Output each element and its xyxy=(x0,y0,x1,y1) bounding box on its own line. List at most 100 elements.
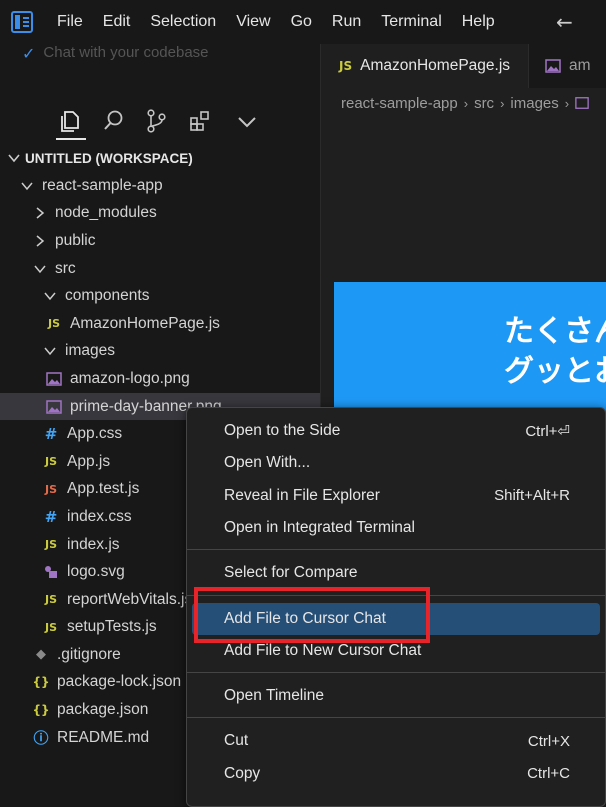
js-file-icon: JS xyxy=(44,620,57,634)
menu-item-label: Copy xyxy=(224,764,261,782)
context-menu-item[interactable]: Cut Ctrl+X xyxy=(192,725,600,757)
tab-image-file[interactable]: am xyxy=(529,44,606,88)
check-icon: ✓ xyxy=(22,44,36,63)
chevron-right-icon: › xyxy=(463,95,469,111)
chevron-down-icon[interactable] xyxy=(234,108,260,134)
title-bar: File Edit Selection View Go Run Terminal… xyxy=(0,0,606,44)
tree-item-label: node_modules xyxy=(55,204,157,222)
json-file-icon: {} xyxy=(32,703,50,718)
context-menu-item[interactable]: Select for Compare xyxy=(192,557,600,589)
extensions-icon[interactable] xyxy=(187,108,213,134)
menu-file[interactable]: File xyxy=(47,0,93,44)
breadcrumb-item[interactable]: react-sample-app xyxy=(341,95,458,112)
menu-separator xyxy=(187,672,605,674)
context-menu-item[interactable]: Open With... xyxy=(192,447,600,479)
menu-item-label: Open to the Side xyxy=(224,422,341,439)
tree-item-label: index.css xyxy=(67,507,132,525)
menu-separator xyxy=(187,549,605,551)
search-icon[interactable] xyxy=(101,108,127,134)
tree-item-label: reportWebVitals.js xyxy=(67,590,193,608)
tree-item-label: index.js xyxy=(67,535,120,553)
tree-item-label: logo.svg xyxy=(67,563,125,581)
tree-item-label: react-sample-app xyxy=(42,176,163,194)
tree-folder[interactable]: src xyxy=(0,255,320,283)
menu-separator xyxy=(187,717,605,719)
image-file-icon xyxy=(46,371,62,387)
chevron-right-icon xyxy=(33,206,47,220)
menu-help[interactable]: Help xyxy=(452,0,505,44)
context-menu-item[interactable]: Copy Ctrl+C xyxy=(192,758,600,790)
menu-go[interactable]: Go xyxy=(281,0,322,44)
chevron-down-icon xyxy=(33,262,47,276)
breadcrumb-item[interactable]: src xyxy=(474,95,494,112)
chevron-down-icon xyxy=(43,289,57,303)
explorer-files-icon[interactable] xyxy=(57,108,83,134)
image-file-icon xyxy=(575,96,589,110)
test-js-file-icon: JS xyxy=(44,482,57,496)
menu-item-label: Add File to New Cursor Chat xyxy=(224,641,422,659)
tab-label: AmazonHomePage.js xyxy=(360,57,511,74)
menu-terminal[interactable]: Terminal xyxy=(371,0,451,44)
activity-bar xyxy=(0,96,320,140)
chevron-right-icon: › xyxy=(500,95,505,111)
workspace-title: UNTITLED (WORKSPACE) xyxy=(25,150,193,166)
tree-item-label: components xyxy=(65,287,150,305)
menu-view[interactable]: View xyxy=(226,0,280,44)
tree-file[interactable]: amazon-logo.png xyxy=(0,365,320,393)
context-menu-item[interactable]: Open in Integrated Terminal xyxy=(192,512,600,544)
tree-item-label: App.js xyxy=(67,452,111,470)
chevron-right-icon xyxy=(33,234,47,248)
tree-folder[interactable]: public xyxy=(0,227,320,255)
annotation-highlight-box xyxy=(194,587,430,643)
tree-item-label: AmazonHomePage.js xyxy=(70,314,220,332)
tree-item-label: package-lock.json xyxy=(57,673,182,691)
menu-item-label: Open With... xyxy=(224,454,311,472)
tree-item-label: amazon-logo.png xyxy=(70,369,190,387)
menu-item-label: Cut xyxy=(224,732,249,750)
context-menu-item[interactable]: Open Timeline xyxy=(192,680,600,712)
tab-amazon-home-page[interactable]: JS AmazonHomePage.js xyxy=(321,44,530,88)
tree-folder[interactable]: node_modules xyxy=(0,200,320,228)
menu-item-shortcut: Shift+Alt+R xyxy=(494,487,570,505)
menu-selection[interactable]: Selection xyxy=(140,0,226,44)
menu-run[interactable]: Run xyxy=(322,0,371,44)
tree-item-label: .gitignore xyxy=(57,645,121,663)
tree-item-label: images xyxy=(65,342,115,360)
tree-item-label: README.md xyxy=(57,728,150,746)
menu-edit[interactable]: Edit xyxy=(93,0,141,44)
json-file-icon: {} xyxy=(32,675,50,690)
tree-folder[interactable]: react-sample-app xyxy=(0,172,320,200)
tree-item-label: App.test.js xyxy=(67,480,140,498)
svg-file-icon xyxy=(43,564,59,580)
workspace-header[interactable]: UNTITLED (WORKSPACE) xyxy=(0,144,320,172)
breadcrumb-item[interactable]: images xyxy=(510,95,558,112)
js-file-icon: JS xyxy=(47,317,60,331)
js-file-icon: JS xyxy=(44,455,57,469)
back-arrow-icon[interactable]: ← xyxy=(556,10,573,34)
tab-label: am xyxy=(569,57,591,74)
banner-text: たくさん グッとお xyxy=(504,312,606,392)
active-view-indicator xyxy=(56,138,86,140)
menu-item-label: Reveal in File Explorer xyxy=(224,486,380,504)
info-icon: ⓘ xyxy=(33,729,49,748)
menu-item-shortcut: Ctrl+X xyxy=(527,732,570,750)
banner-line: グッとお xyxy=(504,354,606,389)
chat-hint-text: Chat with your codebase xyxy=(43,44,209,61)
app-logo-icon xyxy=(11,11,33,33)
tree-folder[interactable]: images xyxy=(0,338,320,366)
js-file-icon: JS xyxy=(44,593,57,607)
chevron-right-icon: › xyxy=(564,95,570,111)
source-control-icon[interactable] xyxy=(143,108,169,134)
chevron-down-icon xyxy=(20,179,34,193)
context-menu-item[interactable]: Reveal in File Explorer Shift+Alt+R xyxy=(192,480,600,512)
context-menu-item[interactable]: Open to the Side Ctrl+⏎ xyxy=(192,415,600,447)
git-icon: ◆ xyxy=(36,647,46,663)
chevron-down-icon xyxy=(43,344,57,358)
css-file-icon: # xyxy=(44,425,58,444)
tree-folder[interactable]: components xyxy=(0,282,320,310)
menu-item-label: Select for Compare xyxy=(224,564,358,582)
menu-item-shortcut: Ctrl+⏎ xyxy=(525,423,570,440)
tree-file[interactable]: JS AmazonHomePage.js xyxy=(0,310,320,338)
js-file-icon: JS xyxy=(44,538,57,552)
banner-line: たくさん xyxy=(504,314,606,349)
